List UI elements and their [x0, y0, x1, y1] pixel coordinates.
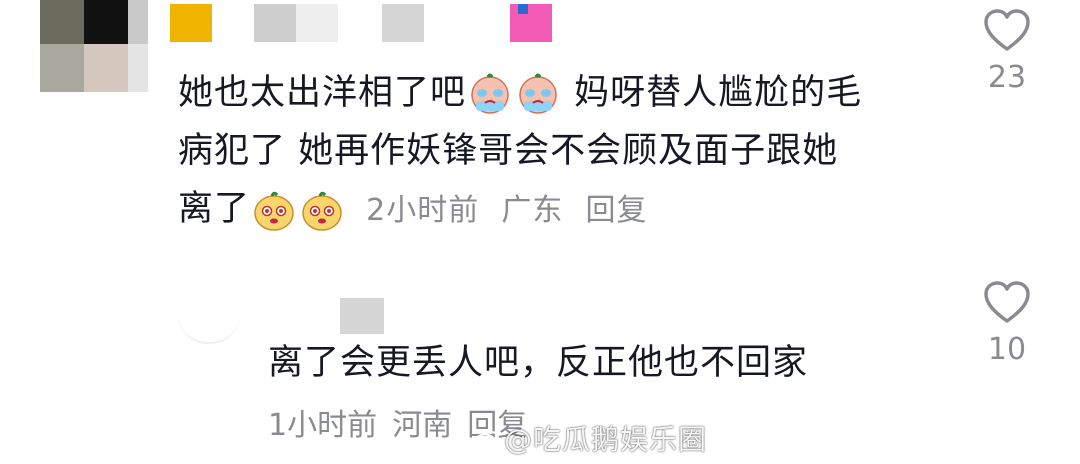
- username-mosaic[interactable]: [170, 0, 552, 44]
- crying-face-emoji-icon: [515, 71, 561, 117]
- avatar[interactable]: [40, 0, 148, 92]
- heart-icon[interactable]: [972, 8, 1042, 56]
- comment-time: 2小时前: [366, 193, 480, 228]
- reply-location: 河南: [392, 408, 453, 443]
- reply-text: 离了会更丢人吧，反正他也不回家: [268, 343, 809, 383]
- reply-button[interactable]: 回复: [586, 193, 648, 228]
- like-count: 23: [987, 60, 1027, 95]
- comment-line-2: 病犯了 她再作妖锋哥会不会顾及面子跟她: [178, 131, 839, 171]
- heart-icon[interactable]: [972, 280, 1042, 328]
- weibo-logo-icon: [474, 425, 500, 458]
- reply-time: 1小时前: [268, 408, 378, 443]
- reply-username-mosaic[interactable]: [340, 298, 384, 334]
- comment-line-1: 她也太出洋相了吧 妈呀替人尴尬的毛: [178, 64, 938, 122]
- comment-line-3: 离了 2小时前 广东 回复: [178, 180, 938, 240]
- like-control[interactable]: 23: [972, 8, 1042, 95]
- watermark: @吃瓜鹅娱乐圈: [474, 418, 707, 458]
- comment-location: 广东: [501, 193, 564, 228]
- smirk-face-emoji-icon: [299, 187, 345, 233]
- crying-face-emoji-icon: [467, 71, 513, 117]
- like-count: 10: [987, 332, 1027, 367]
- reply-avatar[interactable]: [178, 296, 240, 344]
- comment-text: 她也太出洋相了吧 妈呀替人尴尬的毛 病犯了 她再作妖锋哥会不会顾及面子跟她 离了: [178, 64, 938, 240]
- smirk-face-emoji-icon: [251, 187, 297, 233]
- like-control[interactable]: 10: [972, 280, 1042, 367]
